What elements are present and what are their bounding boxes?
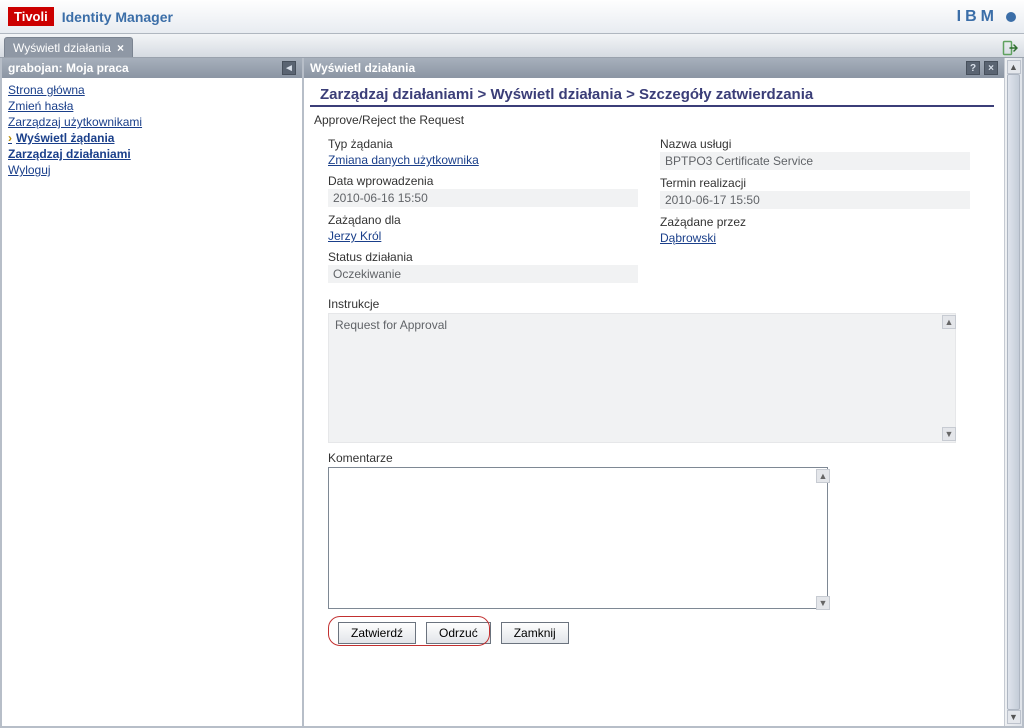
scroll-down-icon[interactable]: ▼ (942, 427, 956, 441)
logout-icon[interactable] (1002, 39, 1020, 57)
value-service: BPTPO3 Certificate Service (660, 152, 970, 170)
collapse-left-icon[interactable]: ◄ (282, 61, 296, 75)
globe-icon (1006, 12, 1016, 22)
sidebar-item-activities-active[interactable]: Zarządzaj działaniami (6, 146, 298, 162)
scroll-up-icon[interactable]: ▲ (1007, 60, 1021, 74)
form-area: Typ żądania Zmiana danych użytkownika Da… (304, 133, 1004, 726)
approve-button[interactable]: Zatwierdź (338, 622, 416, 644)
sidebar-header: grabojan: Moja praca ◄ (2, 58, 302, 78)
content-header: Wyświetl działania ? × (304, 58, 1004, 78)
button-row: Zatwierdź Odrzuć Zamknij (328, 612, 980, 652)
label-service: Nazwa usługi (660, 137, 980, 151)
scroll-down-icon[interactable]: ▼ (816, 596, 830, 610)
right-column: Nazwa usługi BPTPO3 Certificate Service … (660, 137, 980, 289)
ibm-logo: IBM (957, 8, 1016, 26)
sidebar-item-logout[interactable]: Wyloguj (6, 162, 298, 178)
top-banner: Tivoli Identity Manager IBM (0, 0, 1024, 34)
sidebar-item-home[interactable]: Strona główna (6, 82, 298, 98)
app-title: Identity Manager (62, 9, 173, 25)
left-column: Typ żądania Zmiana danych użytkownika Da… (328, 137, 648, 289)
label-instructions: Instrukcje (328, 297, 980, 311)
sidebar-item-requests[interactable]: Wyświetl żądania (6, 130, 298, 146)
ibm-logo-text: IBM (957, 8, 998, 26)
value-entry-date: 2010-06-16 15:50 (328, 189, 638, 207)
content-panel: Wyświetl działania ? × Zarządzaj działan… (304, 58, 1024, 728)
tab-strip: Wyświetl działania × (0, 34, 1024, 58)
label-requested-for: Zażądano dla (328, 213, 648, 227)
label-requested-by: Zażądane przez (660, 215, 980, 229)
sidebar-nav: Strona główna Zmień hasła Zarządzaj użyt… (2, 78, 302, 182)
close-button[interactable]: Zamknij (501, 622, 569, 644)
sidebar: grabojan: Moja praca ◄ Strona główna Zmi… (0, 58, 304, 728)
page-subtitle: Approve/Reject the Request (304, 111, 1004, 133)
link-request-type[interactable]: Zmiana danych użytkownika (328, 152, 479, 168)
sidebar-title: grabojan: Moja praca (8, 61, 129, 75)
reject-button[interactable]: Odrzuć (426, 622, 491, 644)
instructions-box: Request for Approval (328, 313, 956, 443)
tab-label: Wyświetl działania (13, 41, 111, 55)
help-icon[interactable]: ? (966, 61, 980, 75)
link-requested-by[interactable]: Dąbrowski (660, 230, 716, 246)
label-status: Status działania (328, 250, 648, 264)
content-title: Wyświetl działania (310, 61, 415, 75)
tivoli-badge: Tivoli (8, 7, 54, 26)
sidebar-item-users[interactable]: Zarządzaj użytkownikami (6, 114, 298, 130)
close-icon[interactable]: × (117, 41, 124, 55)
link-requested-for[interactable]: Jerzy Król (328, 228, 381, 244)
value-due: 2010-06-17 15:50 (660, 191, 970, 209)
scroll-up-icon[interactable]: ▲ (942, 315, 956, 329)
scroll-down-icon[interactable]: ▼ (1007, 710, 1021, 724)
breadcrumb: Zarządzaj działaniami > Wyświetl działan… (310, 80, 994, 107)
label-request-type: Typ żądania (328, 137, 648, 151)
scrollbar-thumb[interactable] (1007, 74, 1020, 710)
tab-view-activities[interactable]: Wyświetl działania × (4, 37, 133, 57)
label-entry-date: Data wprowadzenia (328, 174, 648, 188)
scroll-up-icon[interactable]: ▲ (816, 469, 830, 483)
vertical-scrollbar[interactable]: ▲ ▼ (1004, 58, 1022, 726)
label-comments: Komentarze (328, 451, 980, 465)
label-due: Termin realizacji (660, 176, 980, 190)
comments-input[interactable] (328, 467, 828, 609)
value-status: Oczekiwanie (328, 265, 638, 283)
sidebar-item-password[interactable]: Zmień hasła (6, 98, 298, 114)
close-panel-icon[interactable]: × (984, 61, 998, 75)
